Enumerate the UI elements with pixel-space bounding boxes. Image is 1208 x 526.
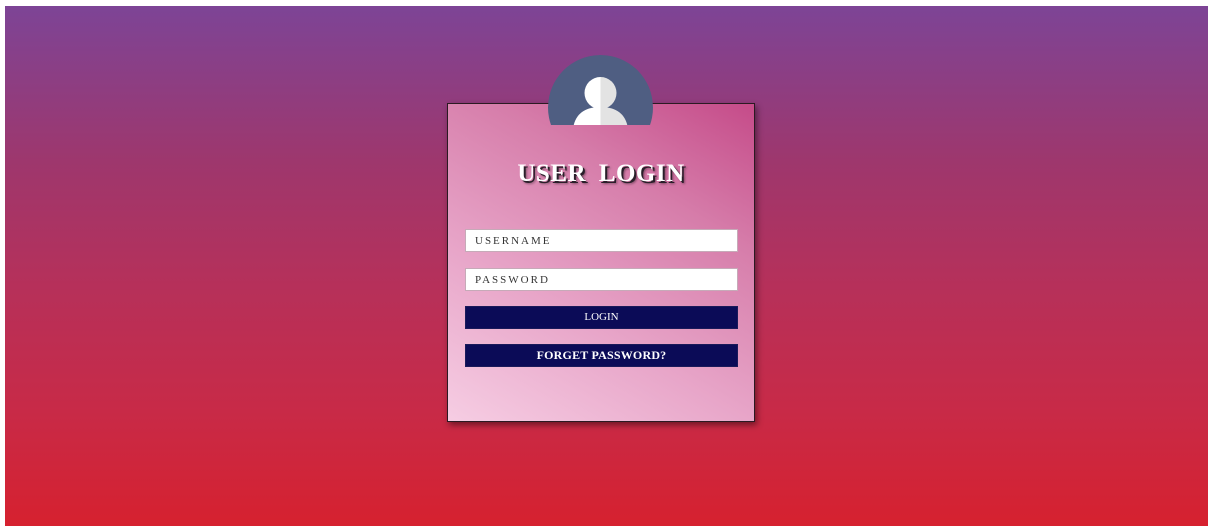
user-icon — [573, 77, 628, 125]
login-button[interactable]: LOGIN — [465, 306, 738, 329]
password-input[interactable] — [465, 268, 738, 291]
username-input[interactable] — [465, 229, 738, 252]
forget-password-button[interactable]: FORGET PASSWORD? — [465, 344, 738, 367]
avatar — [548, 55, 653, 125]
login-card — [447, 103, 755, 422]
page-title: USER LOGIN — [517, 160, 685, 187]
